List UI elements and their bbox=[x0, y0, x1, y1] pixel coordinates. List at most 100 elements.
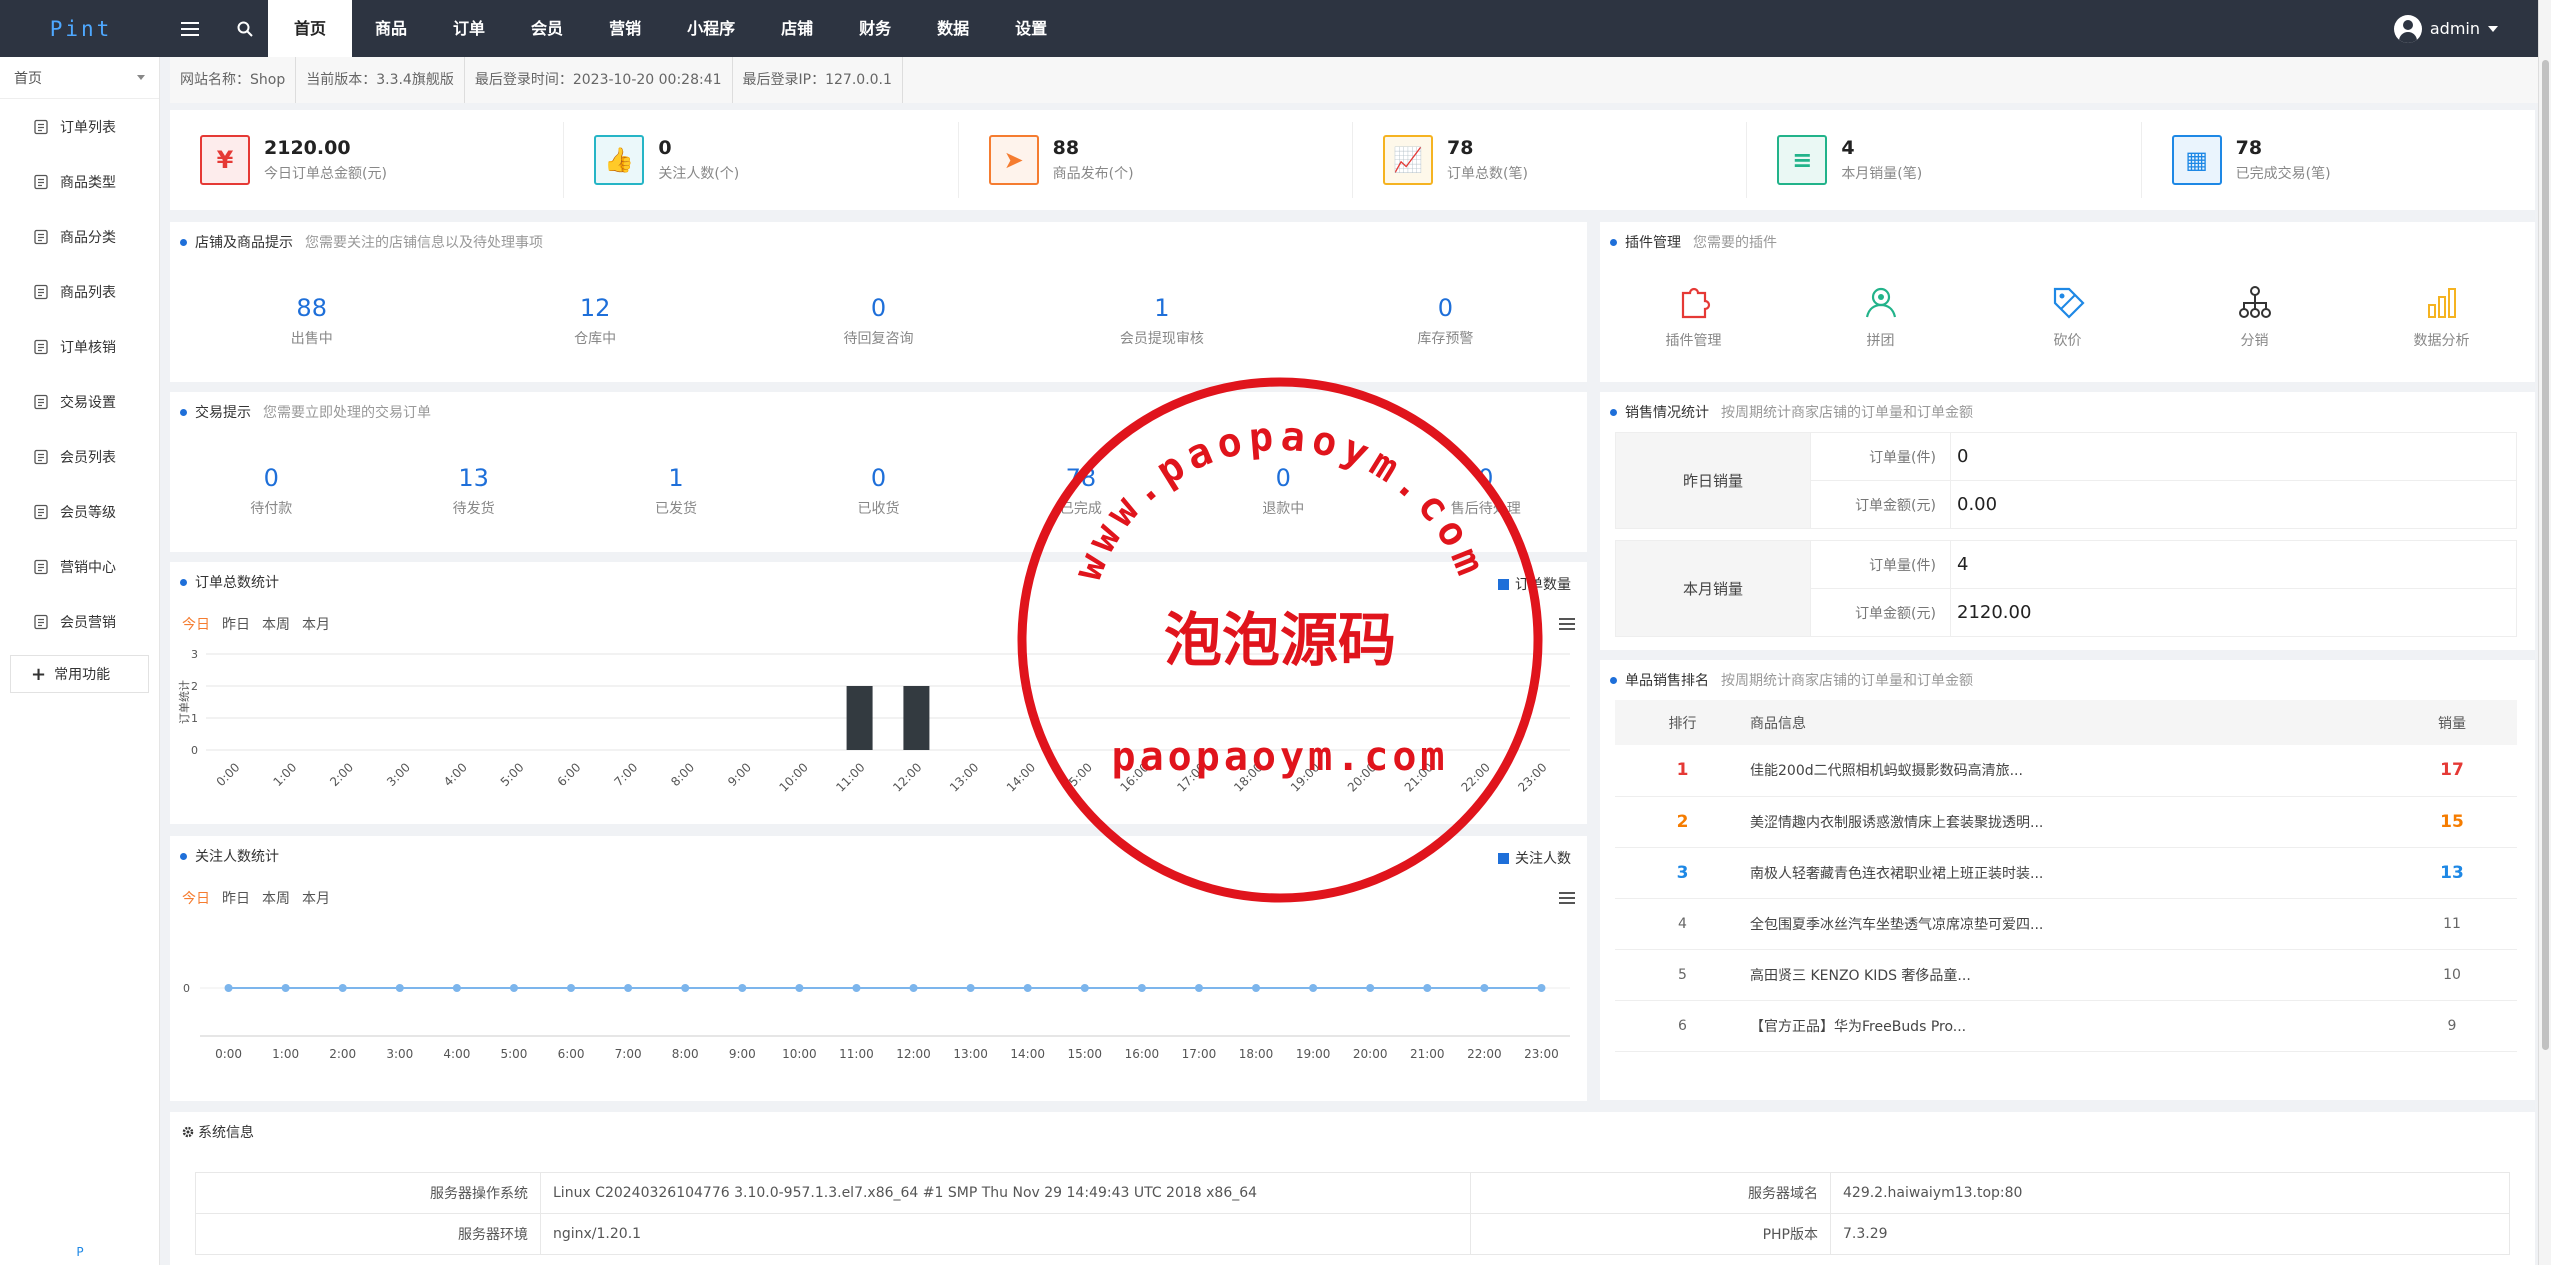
menu-toggle-icon[interactable] bbox=[165, 0, 215, 57]
nav-item[interactable]: 会员 bbox=[508, 0, 586, 57]
sidebar-item[interactable]: 订单列表 bbox=[0, 99, 159, 154]
ranking-row[interactable]: 3 南极人轻奢藏青色连衣裙职业裙上班正装时装... 13 bbox=[1615, 847, 2517, 899]
metric-item[interactable]: 1 会员提现审核 bbox=[1020, 294, 1303, 348]
data-point[interactable] bbox=[852, 984, 861, 992]
bar[interactable] bbox=[846, 686, 873, 750]
data-point[interactable] bbox=[909, 984, 918, 992]
data-point[interactable] bbox=[1309, 984, 1318, 992]
product-name[interactable]: 美涩情趣内衣制服诱惑激情床上套装聚拢透明... bbox=[1750, 796, 2387, 848]
stat-card[interactable]: 📈 78 订单总数(笔) bbox=[1353, 122, 1748, 198]
search-icon[interactable] bbox=[220, 0, 270, 57]
plugin-item[interactable]: 数据分析 bbox=[2348, 282, 2535, 350]
metric-item[interactable]: 0 售后待处理 bbox=[1385, 464, 1587, 518]
sidebar-item[interactable]: 交易设置 bbox=[0, 374, 159, 429]
data-point[interactable] bbox=[224, 984, 233, 992]
metric-item[interactable]: 1 已发货 bbox=[575, 464, 777, 518]
data-point[interactable] bbox=[395, 984, 404, 992]
scrollbar-thumb[interactable] bbox=[2542, 60, 2549, 1050]
nav-item[interactable]: 商品 bbox=[352, 0, 430, 57]
data-point[interactable] bbox=[281, 984, 290, 992]
nav-item[interactable]: 店铺 bbox=[758, 0, 836, 57]
ranking-row[interactable]: 6 【官方正品】华为FreeBuds Pro... 9 bbox=[1615, 1000, 2517, 1052]
stat-card[interactable]: ¥2120.00 今日订单总金额(元) bbox=[170, 122, 565, 198]
ranking-row[interactable]: 2 美涩情趣内衣制服诱惑激情床上套装聚拢透明... 15 bbox=[1615, 796, 2517, 848]
metric-label: 已发货 bbox=[655, 501, 698, 517]
stat-card[interactable]: 👍 0 关注人数(个) bbox=[564, 122, 959, 198]
stat-card[interactable]: ▦ 78 已完成交易(笔) bbox=[2142, 122, 2535, 198]
metric-item[interactable]: 0 待回复咨询 bbox=[737, 294, 1020, 348]
sidebar-item[interactable]: 会员等级 bbox=[0, 484, 159, 539]
puzzle-icon bbox=[1600, 282, 1787, 322]
nav-item[interactable]: 设置 bbox=[992, 0, 1070, 57]
data-point[interactable] bbox=[795, 984, 804, 992]
ranking-row[interactable]: 4 全包围夏季冰丝汽车坐垫透气凉席凉垫可爱四... 11 bbox=[1615, 898, 2517, 950]
data-point[interactable] bbox=[738, 984, 747, 992]
sidebar-item[interactable]: 商品分类 bbox=[0, 209, 159, 264]
data-point[interactable] bbox=[681, 984, 690, 992]
data-point[interactable] bbox=[567, 984, 576, 992]
plugin-item[interactable]: 分销 bbox=[2161, 282, 2348, 350]
data-point[interactable] bbox=[1080, 984, 1089, 992]
metric-item[interactable]: 0 已收货 bbox=[777, 464, 979, 518]
sidebar-item[interactable]: 会员列表 bbox=[0, 429, 159, 484]
metric-item[interactable]: 0 待付款 bbox=[170, 464, 372, 518]
stat-card[interactable]: ➤ 88 商品发布(个) bbox=[959, 122, 1353, 198]
chevron-down-icon bbox=[2488, 25, 2498, 32]
data-point[interactable] bbox=[452, 984, 461, 992]
metric-item[interactable]: 12 仓库中 bbox=[453, 294, 736, 348]
data-point[interactable] bbox=[1252, 984, 1261, 992]
product-name[interactable]: 南极人轻奢藏青色连衣裙职业裙上班正装时装... bbox=[1750, 847, 2387, 899]
data-point[interactable] bbox=[509, 984, 518, 992]
app-logo[interactable]: Pint bbox=[0, 0, 162, 57]
data-point[interactable] bbox=[1423, 984, 1432, 992]
metric-value: 12 bbox=[579, 294, 611, 322]
common-functions-button[interactable]: + 常用功能 bbox=[10, 655, 149, 693]
nav-item[interactable]: 数据 bbox=[914, 0, 992, 57]
product-name[interactable]: 高田贤三 KENZO KIDS 奢侈品童... bbox=[1750, 949, 2387, 1001]
data-point[interactable] bbox=[1023, 984, 1032, 992]
metric-item[interactable]: 13 待发货 bbox=[372, 464, 574, 518]
product-name[interactable]: 【官方正品】华为FreeBuds Pro... bbox=[1750, 1000, 2387, 1052]
nav-item[interactable]: 财务 bbox=[836, 0, 914, 57]
nav-item[interactable]: 订单 bbox=[430, 0, 508, 57]
plugin-item[interactable]: 插件管理 bbox=[1600, 282, 1787, 350]
x-tick-label: 7:00 bbox=[611, 760, 640, 789]
product-name[interactable]: 全包围夏季冰丝汽车坐垫透气凉席凉垫可爱四... bbox=[1750, 898, 2387, 950]
plugin-item[interactable]: 砍价 bbox=[1974, 282, 2161, 350]
nav-item[interactable]: 营销 bbox=[586, 0, 664, 57]
data-point[interactable] bbox=[1480, 984, 1489, 992]
sidebar-item[interactable]: 订单核销 bbox=[0, 319, 159, 374]
stat-value: 78 bbox=[2235, 137, 2263, 159]
x-tick-label: 22:00 bbox=[1459, 760, 1493, 794]
metric-item[interactable]: 78 已完成 bbox=[980, 464, 1182, 518]
stat-card[interactable]: ≡ 4 本月销量(笔) bbox=[1747, 122, 2142, 198]
sidebar-item[interactable]: 营销中心 bbox=[0, 539, 159, 594]
ranking-row[interactable]: 5 高田贤三 KENZO KIDS 奢侈品童... 10 bbox=[1615, 949, 2517, 1001]
data-point[interactable] bbox=[1194, 984, 1203, 992]
sidebar-item[interactable]: 商品类型 bbox=[0, 154, 159, 209]
sales-table: 昨日销量 订单量(件) 0 订单金额(元) 0.00 本月销量 订单量(件) 4 订单金额(元)… bbox=[1615, 432, 2517, 637]
ranking-row[interactable]: 1 佳能200d二代照相机蚂蚁摄影数码高清旅... 17 bbox=[1615, 745, 2517, 797]
data-point[interactable] bbox=[338, 984, 347, 992]
product-name[interactable]: 佳能200d二代照相机蚂蚁摄影数码高清旅... bbox=[1750, 745, 2387, 797]
bar[interactable] bbox=[903, 686, 930, 750]
page-scrollbar[interactable] bbox=[2538, 0, 2551, 1265]
sidebar-item[interactable]: 会员营销 bbox=[0, 594, 159, 649]
data-point[interactable] bbox=[1537, 984, 1546, 992]
metric-label: 退款中 bbox=[1262, 501, 1305, 517]
metric-item[interactable]: 0 库存预警 bbox=[1304, 294, 1587, 348]
plugin-item[interactable]: 拼团 bbox=[1787, 282, 1974, 350]
data-point[interactable] bbox=[624, 984, 633, 992]
metric-item[interactable]: 0 退款中 bbox=[1182, 464, 1384, 518]
nav-item[interactable]: 首页 bbox=[268, 0, 353, 57]
data-point[interactable] bbox=[966, 984, 975, 992]
data-point[interactable] bbox=[1366, 984, 1375, 992]
user-menu[interactable]: admin bbox=[2393, 0, 2498, 57]
sidebar-item[interactable]: 商品列表 bbox=[0, 264, 159, 319]
plugin-label: 插件管理 bbox=[1665, 333, 1722, 349]
nav-item[interactable]: 小程序 bbox=[664, 0, 758, 57]
data-point[interactable] bbox=[1137, 984, 1146, 992]
sidebar-module-select[interactable]: 首页 bbox=[0, 57, 159, 99]
y-tick-label: 3 bbox=[191, 648, 198, 661]
metric-item[interactable]: 88 出售中 bbox=[170, 294, 453, 348]
